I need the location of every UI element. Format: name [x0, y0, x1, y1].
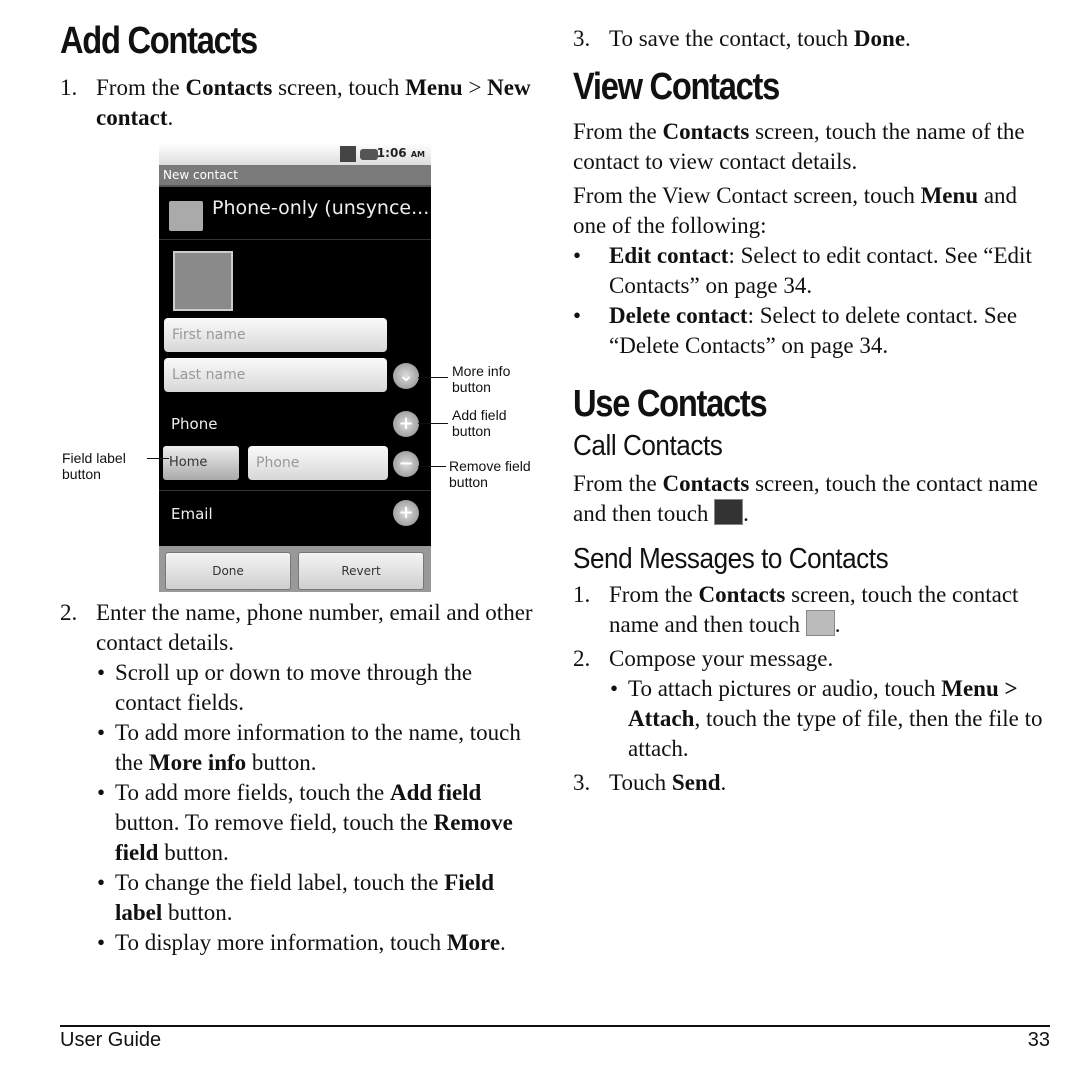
first-name-field[interactable]: First name — [164, 318, 387, 352]
section-title-add-contacts: Add Contacts — [60, 20, 258, 62]
last-name-field[interactable]: Last name — [164, 358, 387, 392]
callout-line — [147, 458, 169, 459]
callout-more-info: More info button — [452, 363, 511, 395]
clock: 1:06 AM — [376, 146, 425, 160]
step-2: 2. Enter the name, phone number, email an… — [60, 600, 533, 655]
account-name: Phone-only (unsynce... — [212, 197, 430, 219]
footer-title: User Guide — [60, 1029, 162, 1051]
add-email-button[interactable]: + — [393, 500, 419, 526]
bullet: • To display more information, touch More… — [97, 930, 506, 955]
account-icon — [169, 201, 203, 231]
message-icon — [805, 610, 835, 636]
paragraph: From the Contacts screen, touch the name… — [573, 119, 1025, 174]
bullet: • To add more information to the name, to… — [97, 720, 521, 775]
step-1: 1. From the Contacts screen, touch Menu … — [60, 75, 531, 130]
contact-photo-button[interactable] — [173, 251, 233, 311]
bullet: • Delete contact: Select to delete contac… — [573, 303, 1018, 358]
callout-remove-field: Remove field button — [449, 458, 531, 490]
step-3: 3. Touch Send. — [573, 770, 727, 795]
callout-line — [418, 466, 446, 467]
status-bar: 1:06 AM — [159, 143, 431, 165]
bullet: • To attach pictures or audio, touch Menu… — [610, 676, 1043, 761]
phone-field[interactable]: Phone — [248, 446, 388, 480]
bullet: • Scroll up or down to move through the c… — [97, 660, 473, 715]
screen-title: New contact — [159, 165, 431, 187]
revert-button[interactable]: Revert — [298, 552, 424, 590]
bullet: • To add more fields, touch the Add field… — [97, 780, 513, 865]
callout-line — [418, 377, 448, 378]
section-title-view-contacts: View Contacts — [573, 66, 780, 108]
paragraph: From the Contacts screen, touch the cont… — [573, 471, 1038, 526]
step-3: 3. To save the contact, touch Done. — [573, 26, 911, 51]
callout-line — [418, 423, 448, 424]
remove-field-button[interactable]: − — [393, 451, 419, 477]
bullet: • To change the field label, touch the Fi… — [97, 870, 495, 925]
phone-label: Phone — [171, 415, 218, 433]
phone-screenshot: 1:06 AM New contact Phone-only (unsynce.… — [159, 143, 431, 592]
signal-icon — [340, 146, 356, 162]
battery-icon — [360, 149, 378, 160]
paragraph: From the View Contact screen, touch Menu… — [573, 183, 1018, 238]
divider — [159, 490, 431, 491]
phone-call-icon — [714, 499, 744, 525]
subsection-send-messages: Send Messages to Contacts — [573, 543, 889, 575]
email-label: Email — [171, 505, 213, 523]
footer-rule — [60, 1025, 1050, 1027]
section-title-use-contacts: Use Contacts — [573, 383, 768, 425]
field-label-button[interactable]: Home — [163, 446, 239, 480]
step-1: 1. From the Contacts screen, touch the co… — [573, 582, 1019, 637]
more-info-button[interactable]: ⌄ — [393, 363, 419, 389]
callout-add-field: Add field button — [452, 407, 507, 439]
step-2: 2. Compose your message. — [573, 646, 834, 671]
bullet: • Edit contact: Select to edit contact. S… — [573, 243, 1032, 298]
done-button[interactable]: Done — [165, 552, 291, 590]
account-row[interactable]: Phone-only (unsynce... — [159, 187, 431, 240]
button-bar: Done Revert — [159, 546, 431, 592]
callout-field-label: Field label button — [62, 450, 126, 482]
add-field-button[interactable]: + — [393, 411, 419, 437]
subsection-call-contacts: Call Contacts — [573, 430, 723, 462]
page-number: 33 — [1027, 1029, 1050, 1051]
